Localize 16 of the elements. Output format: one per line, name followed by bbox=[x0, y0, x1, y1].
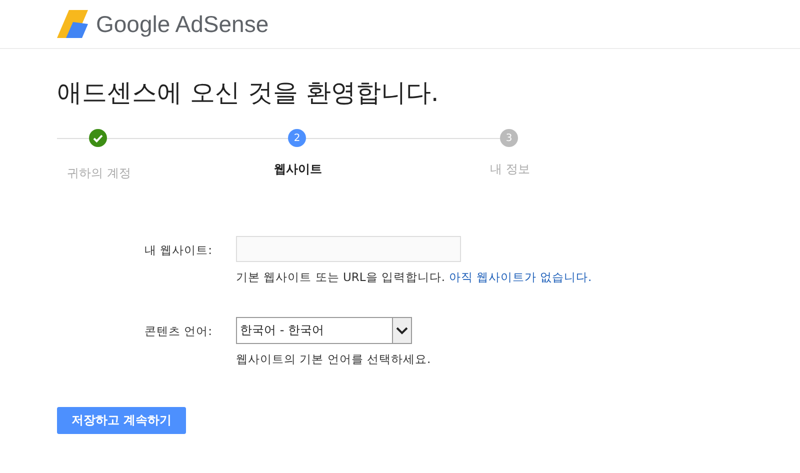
logo-icon bbox=[57, 10, 88, 38]
field-label: 내 웹사이트: bbox=[144, 243, 212, 259]
page-title: 애드센스에 오신 것을 환영합니다. bbox=[57, 77, 440, 109]
caret-icon bbox=[396, 326, 408, 334]
website-field[interactable] bbox=[236, 236, 461, 262]
language-select[interactable]: 한국어 - 한국어 bbox=[236, 317, 412, 344]
field-label: 콘텐츠 언어: bbox=[144, 324, 212, 340]
no-website-link[interactable]: 아직 웹사이트가 없습니다. bbox=[448, 270, 592, 284]
help-text: 웹사이트의 기본 언어를 선택하세요. bbox=[236, 352, 432, 367]
step-label: 웹사이트 bbox=[274, 161, 322, 178]
step-label: 귀하의 계정 bbox=[67, 165, 131, 182]
logo-text: Google AdSense bbox=[96, 10, 269, 38]
help-text: 기본 웹사이트 또는 URL을 입력합니다. 아직 웹사이트가 없습니다. bbox=[236, 270, 593, 285]
step-label: 내 정보 bbox=[490, 161, 530, 178]
step-number: 3 bbox=[500, 129, 518, 147]
step-number: 2 bbox=[288, 129, 306, 147]
